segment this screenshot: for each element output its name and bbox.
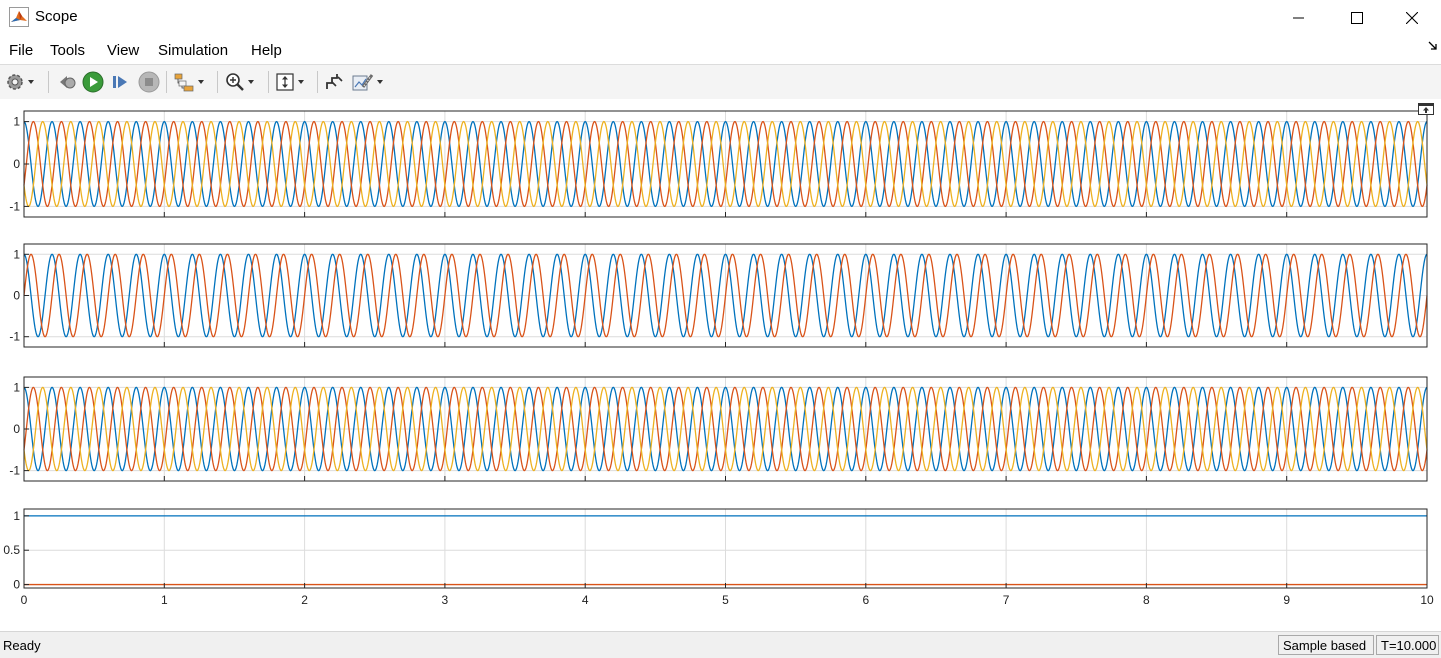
undock-plot-icon[interactable] [1418,103,1434,115]
toolbar [0,64,1441,100]
run-button[interactable] [82,70,104,94]
menu-file[interactable]: File [9,42,33,59]
scope-plot-area: 1 0 -1 1 0 -1 1 0 -1 1 0.5 0 0 1 2 3 4 5 6 7 8 9 10 [0,99,1441,630]
title-bar: Scope [0,0,1441,35]
zoom-in-icon [226,73,244,91]
menu-simulation[interactable]: Simulation [158,42,228,59]
signal-select-icon [174,73,194,92]
minimize-icon [1293,17,1304,18]
menu-help[interactable]: Help [251,42,282,59]
y-tick-label: -1 [9,199,20,213]
step-forward-icon [113,76,127,88]
stop-icon [138,71,160,93]
step-forward-button[interactable] [110,70,130,94]
status-bar: Ready Sample based T=10.000 [0,631,1441,658]
x-tick-label: 7 [1003,593,1010,607]
maximize-icon [1351,11,1363,24]
settings-gear-icon [7,74,23,90]
window-title: Scope [35,8,78,25]
highlight-icon [326,74,343,89]
x-tick-label: 0 [21,593,28,607]
run-icon [82,71,104,93]
step-back-button[interactable] [55,70,77,94]
x-tick-label: 4 [582,593,589,607]
x-tick-label: 10 [1420,593,1434,607]
x-tick-label: 3 [442,593,449,607]
matlab-peaks-icon [9,7,29,27]
status-sim-time: T=10.000 [1376,635,1439,655]
y-tick-label: 1 [13,509,20,523]
measurements-button[interactable] [352,70,383,94]
minimize-button[interactable] [1270,0,1328,35]
status-ready: Ready [3,638,41,653]
y-tick-label: -1 [9,330,20,344]
x-tick-label: 5 [722,593,729,607]
step-back-icon [60,76,76,89]
y-tick-label: -1 [9,464,20,478]
settings-button[interactable] [5,70,34,94]
zoom-button[interactable] [225,70,254,94]
x-tick-label: 1 [161,593,168,607]
status-sampling-mode: Sample based [1278,635,1374,655]
y-tick-label: 0.5 [3,543,20,557]
close-button[interactable] [1383,0,1441,35]
menu-view[interactable]: View [107,42,139,59]
y-tick-label: 1 [13,247,20,261]
close-icon [1406,11,1418,24]
x-tick-label: 9 [1283,593,1290,607]
scope-plots: 10-110-110-110.500 1 2 3 4 5 6 7 8 9 10 [3,110,1434,607]
x-tick-label: 8 [1143,593,1150,607]
dock-arrow-icon[interactable] [1428,41,1438,51]
measurements-icon [352,74,374,91]
signal-select-button[interactable] [173,70,204,94]
menu-tools[interactable]: Tools [50,42,85,59]
y-tick-label: 0 [13,422,20,436]
scale-axes-icon [276,73,294,91]
y-tick-label: 1 [13,115,20,129]
stop-button[interactable] [138,70,160,94]
y-tick-label: 0 [13,578,20,592]
x-tick-label: 6 [862,593,869,607]
y-tick-label: 1 [13,380,20,394]
y-tick-label: 0 [13,289,20,303]
highlight-button[interactable] [324,70,344,94]
scale-axes-button[interactable] [275,70,304,94]
maximize-button[interactable] [1328,0,1386,35]
x-tick-label: 2 [301,593,308,607]
y-tick-label: 0 [13,157,20,171]
menu-bar: File Tools View Simulation Help [0,36,1441,64]
